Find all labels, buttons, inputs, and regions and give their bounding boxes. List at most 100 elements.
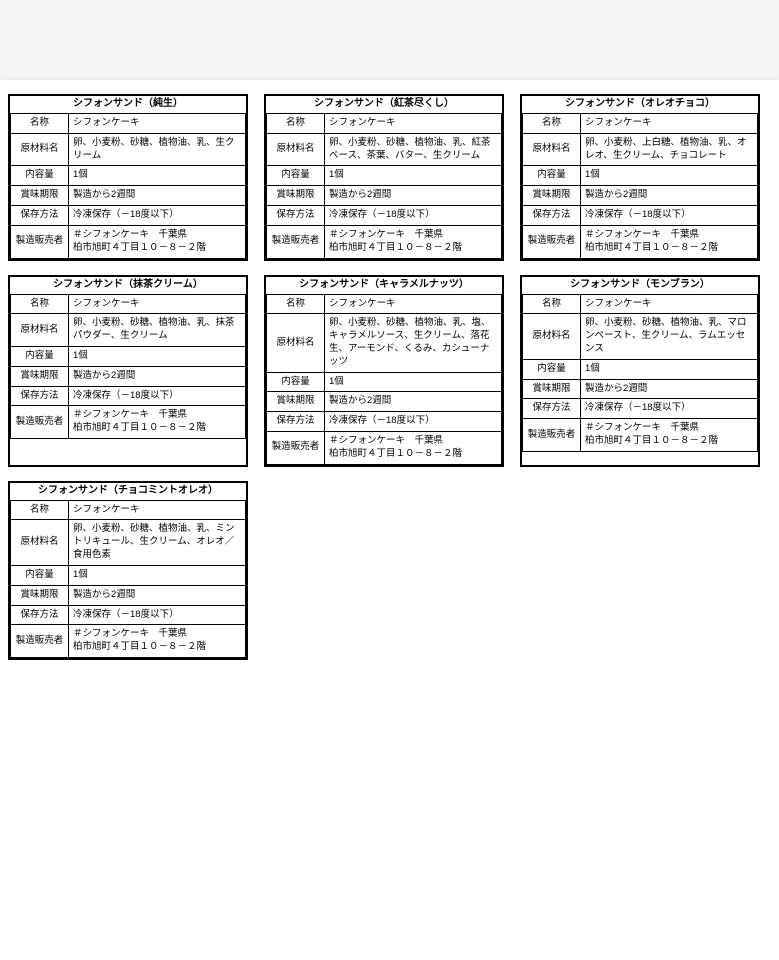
- table-row: 原材料名 卵、小麦粉、砂糖、植物油、乳、紅茶ベース、茶葉、バター、生クリーム: [267, 133, 502, 166]
- row-value-name: シフォンケーキ: [325, 114, 502, 134]
- row-value-seller: ＃シフォンケーキ 千葉県 柏市旭町４丁目１０－８－２階: [325, 432, 502, 465]
- row-value-seller: ＃シフォンケーキ 千葉県 柏市旭町４丁目１０－８－２階: [581, 419, 758, 452]
- row-value-ingredients: 卵、小麦粉、砂糖、植物油、乳、紅茶ベース、茶葉、バター、生クリーム: [325, 133, 502, 166]
- row-value-bestbefore: 製造から2週間: [69, 186, 246, 206]
- table-row: 名称 シフォンケーキ: [11, 500, 246, 520]
- table-row: 保存方法 冷凍保存（－18度以下）: [523, 399, 758, 419]
- table-row: 原材料名 卵、小麦粉、砂糖、植物油、乳、抹茶パウダー、生クリーム: [11, 314, 246, 347]
- table-row: 原材料名 卵、小麦粉、砂糖、植物油、乳、生クリーム: [11, 133, 246, 166]
- row-label-seller: 製造販売者: [523, 419, 581, 452]
- row-value-bestbefore: 製造から2週間: [69, 366, 246, 386]
- table-row: 保存方法 冷凍保存（－18度以下）: [267, 206, 502, 226]
- product-title: シフォンサンド（チョコミントオレオ）: [10, 483, 246, 500]
- seller-line1: ＃シフォンケーキ 千葉県: [73, 628, 187, 639]
- row-label-seller: 製造販売者: [11, 406, 69, 439]
- table-row: 賞味期限 製造から2週間: [523, 186, 758, 206]
- row-value-storage: 冷凍保存（－18度以下）: [325, 412, 502, 432]
- seller-line2: 柏市旭町４丁目１０－８－２階: [585, 242, 718, 253]
- row-value-storage: 冷凍保存（－18度以下）: [69, 605, 246, 625]
- row-label-contents: 内容量: [11, 346, 69, 366]
- seller-line2: 柏市旭町４丁目１０－８－２階: [585, 435, 718, 446]
- row-label-contents: 内容量: [11, 166, 69, 186]
- row-label-contents: 内容量: [11, 565, 69, 585]
- row-value-ingredients: 卵、小麦粉、砂糖、植物油、乳、塩、キャラメルソース、生クリーム、落花生、アーモン…: [325, 314, 502, 372]
- table-row: 製造販売者 ＃シフォンケーキ 千葉県 柏市旭町４丁目１０－８－２階: [267, 225, 502, 258]
- row-label-seller: 製造販売者: [11, 225, 69, 258]
- row-value-name: シフォンケーキ: [581, 294, 758, 314]
- table-row: 内容量 1個: [267, 372, 502, 392]
- table-row: 製造販売者 ＃シフォンケーキ 千葉県 柏市旭町４丁目１０－８－２階: [523, 419, 758, 452]
- table-row: 原材料名 卵、小麦粉、砂糖、植物油、乳、ミントリキュール、生クリーム、オレオ／食…: [11, 520, 246, 565]
- row-label-storage: 保存方法: [267, 412, 325, 432]
- table-row: 保存方法 冷凍保存（－18度以下）: [523, 206, 758, 226]
- table-row: 賞味期限 製造から2週間: [267, 392, 502, 412]
- product-title: シフォンサンド（オレオチョコ）: [522, 96, 758, 113]
- row-label-bestbefore: 賞味期限: [11, 186, 69, 206]
- row-label-contents: 内容量: [523, 359, 581, 379]
- row-value-seller: ＃シフォンケーキ 千葉県 柏市旭町４丁目１０－８－２階: [581, 225, 758, 258]
- table-row: 賞味期限 製造から2週間: [11, 585, 246, 605]
- table-row: 製造販売者 ＃シフォンケーキ 千葉県 柏市旭町４丁目１０－８－２階: [11, 625, 246, 658]
- product-label-card: シフォンサンド（紅茶尽くし） 名称 シフォンケーキ 原材料名 卵、小麦粉、砂糖、…: [264, 94, 504, 261]
- row-value-seller: ＃シフォンケーキ 千葉県 柏市旭町４丁目１０－８－２階: [325, 225, 502, 258]
- row-label-seller: 製造販売者: [11, 625, 69, 658]
- row-label-name: 名称: [267, 114, 325, 134]
- row-label-bestbefore: 賞味期限: [523, 379, 581, 399]
- row-value-contents: 1個: [325, 372, 502, 392]
- row-label-bestbefore: 賞味期限: [11, 366, 69, 386]
- row-label-ingredients: 原材料名: [11, 133, 69, 166]
- table-row: 名称 シフォンケーキ: [11, 114, 246, 134]
- row-value-bestbefore: 製造から2週間: [325, 392, 502, 412]
- table-row: 名称 シフォンケーキ: [11, 294, 246, 314]
- row-value-storage: 冷凍保存（－18度以下）: [69, 206, 246, 226]
- label-grid: シフォンサンド（純生） 名称 シフォンケーキ 原材料名 卵、小麦粉、砂糖、植物油…: [8, 94, 771, 660]
- row-label-bestbefore: 賞味期限: [267, 186, 325, 206]
- row-value-contents: 1個: [69, 565, 246, 585]
- row-value-seller: ＃シフォンケーキ 千葉県 柏市旭町４丁目１０－８－２階: [69, 625, 246, 658]
- spec-table: 名称 シフォンケーキ 原材料名 卵、小麦粉、砂糖、植物油、乳、ミントリキュール、…: [10, 500, 246, 658]
- table-row: 内容量 1個: [11, 346, 246, 366]
- seller-line2: 柏市旭町４丁目１０－８－２階: [73, 641, 206, 652]
- row-label-seller: 製造販売者: [267, 225, 325, 258]
- seller-line1: ＃シフォンケーキ 千葉県: [73, 409, 187, 420]
- table-row: 内容量 1個: [267, 166, 502, 186]
- seller-line1: ＃シフォンケーキ 千葉県: [585, 229, 699, 240]
- table-row: 保存方法 冷凍保存（－18度以下）: [267, 412, 502, 432]
- table-row: 内容量 1個: [11, 565, 246, 585]
- row-label-name: 名称: [523, 114, 581, 134]
- row-label-ingredients: 原材料名: [523, 133, 581, 166]
- seller-line2: 柏市旭町４丁目１０－８－２階: [329, 448, 462, 459]
- table-row: 名称 シフォンケーキ: [267, 294, 502, 314]
- row-label-name: 名称: [523, 294, 581, 314]
- row-label-name: 名称: [11, 294, 69, 314]
- seller-line1: ＃シフォンケーキ 千葉県: [329, 435, 443, 446]
- row-value-storage: 冷凍保存（－18度以下）: [581, 206, 758, 226]
- spec-table: 名称 シフォンケーキ 原材料名 卵、小麦粉、砂糖、植物油、乳、紅茶ベース、茶葉、…: [266, 113, 502, 259]
- row-label-contents: 内容量: [267, 372, 325, 392]
- table-row: 保存方法 冷凍保存（－18度以下）: [11, 605, 246, 625]
- row-label-storage: 保存方法: [523, 399, 581, 419]
- table-row: 内容量 1個: [523, 166, 758, 186]
- row-value-contents: 1個: [581, 166, 758, 186]
- product-label-card: シフォンサンド（チョコミントオレオ） 名称 シフォンケーキ 原材料名 卵、小麦粉…: [8, 481, 248, 660]
- table-row: 賞味期限 製造から2週間: [523, 379, 758, 399]
- row-label-bestbefore: 賞味期限: [267, 392, 325, 412]
- row-value-contents: 1個: [581, 359, 758, 379]
- row-label-ingredients: 原材料名: [267, 133, 325, 166]
- spec-table: 名称 シフォンケーキ 原材料名 卵、小麦粉、砂糖、植物油、乳、抹茶パウダー、生ク…: [10, 294, 246, 440]
- row-label-storage: 保存方法: [267, 206, 325, 226]
- row-value-ingredients: 卵、小麦粉、砂糖、植物油、乳、マロンペースト、生クリーム、ラムエッセンス: [581, 314, 758, 359]
- row-value-contents: 1個: [69, 166, 246, 186]
- row-label-name: 名称: [11, 500, 69, 520]
- product-label-card: シフォンサンド（純生） 名称 シフォンケーキ 原材料名 卵、小麦粉、砂糖、植物油…: [8, 94, 248, 261]
- seller-line1: ＃シフォンケーキ 千葉県: [329, 229, 443, 240]
- row-value-name: シフォンケーキ: [69, 294, 246, 314]
- product-title: シフォンサンド（紅茶尽くし）: [266, 96, 502, 113]
- table-row: 賞味期限 製造から2週間: [11, 366, 246, 386]
- row-value-storage: 冷凍保存（－18度以下）: [325, 206, 502, 226]
- table-row: 原材料名 卵、小麦粉、砂糖、植物油、乳、塩、キャラメルソース、生クリーム、落花生…: [267, 314, 502, 372]
- row-value-bestbefore: 製造から2週間: [69, 585, 246, 605]
- row-value-ingredients: 卵、小麦粉、上白糖、植物油、乳、オレオ、生クリーム、チョコレート: [581, 133, 758, 166]
- table-row: 内容量 1個: [523, 359, 758, 379]
- row-label-ingredients: 原材料名: [11, 520, 69, 565]
